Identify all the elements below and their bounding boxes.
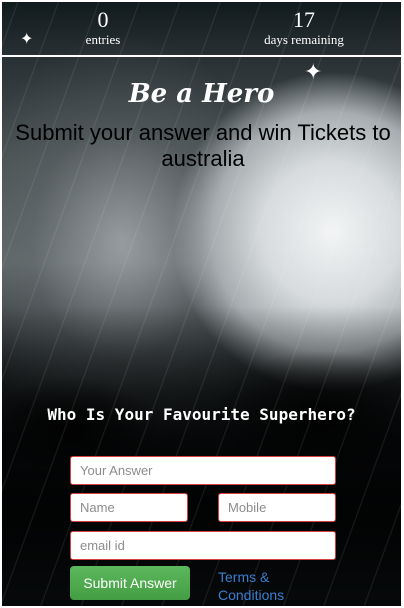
email-input[interactable] <box>70 531 336 560</box>
name-input[interactable] <box>70 493 188 522</box>
page-title: Be a Hero <box>128 79 275 109</box>
mobile-input[interactable] <box>218 493 336 522</box>
days-remaining-count: 17 <box>293 7 315 32</box>
stats-bar: 0 entries 17 days remaining <box>2 2 401 57</box>
entries-stat: 0 entries <box>33 8 173 48</box>
days-remaining-label: days remaining <box>264 32 344 47</box>
sparkle-icon: ✦ <box>20 31 34 48</box>
days-remaining-stat: 17 days remaining <box>234 8 374 48</box>
stats-divider <box>2 55 401 57</box>
entries-count: 0 <box>97 7 109 32</box>
answer-input[interactable] <box>70 456 336 485</box>
page-subtitle: Submit your answer and win Tickets to au… <box>15 120 391 171</box>
contest-background: 0 entries 17 days remaining ✦ ✦ Be a Her… <box>2 2 401 606</box>
terms-conditions-link[interactable]: Terms & Conditions <box>218 568 298 604</box>
contest-question: Who Is Your Favourite Superhero? <box>47 405 356 424</box>
submit-answer-button[interactable]: Submit Answer <box>70 566 190 600</box>
entries-label: entries <box>85 32 121 47</box>
